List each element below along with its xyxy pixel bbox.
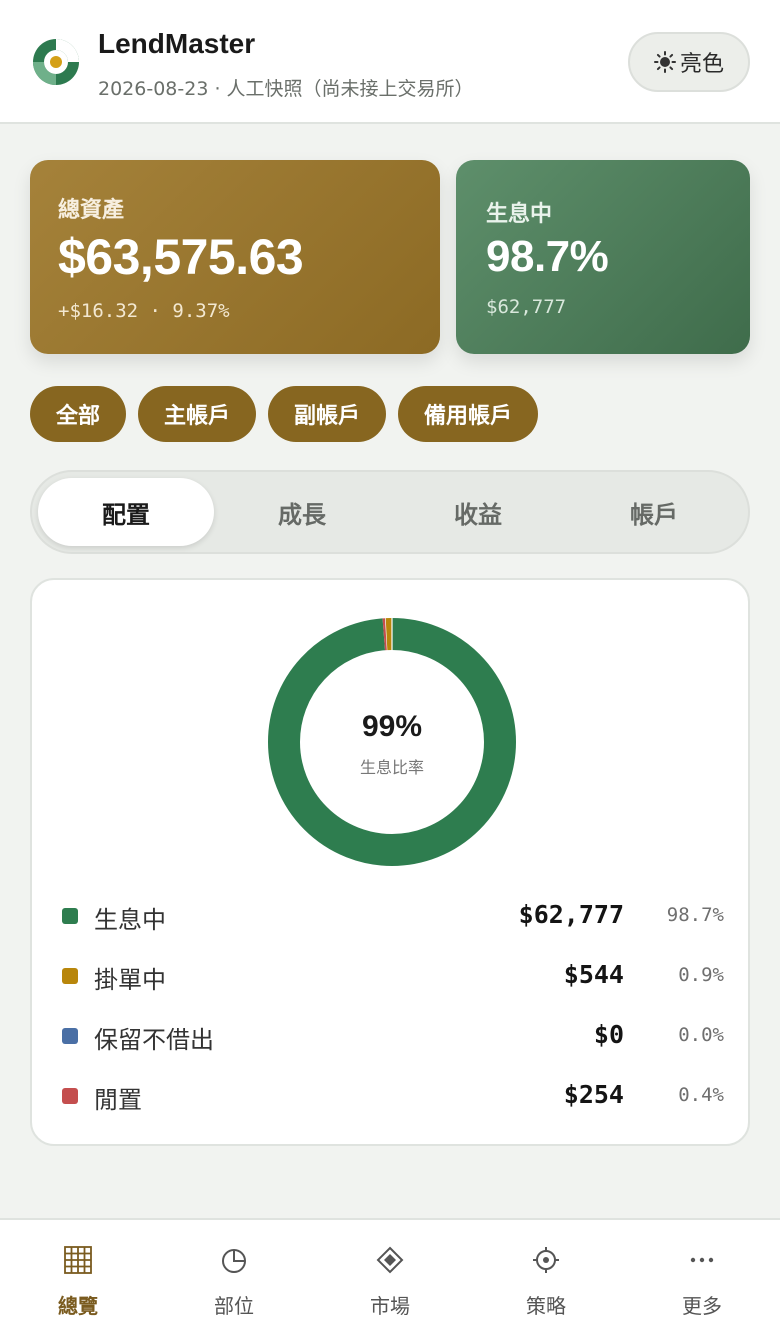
chip-all[interactable]: 全部 xyxy=(30,386,127,442)
nav-positions[interactable]: 部位 xyxy=(156,1242,312,1322)
chip-main-account[interactable]: 主帳戶 xyxy=(138,386,257,442)
nav-label: 策略 xyxy=(526,1294,566,1318)
donut-center-value: 99% xyxy=(361,710,423,743)
nav-label: 部位 xyxy=(214,1294,254,1318)
sun-icon xyxy=(653,51,676,73)
legend-row-pending: 掛單中 $544 0.9% xyxy=(32,956,752,996)
target-icon xyxy=(533,1247,559,1273)
legend-label: 生息中 xyxy=(94,906,166,934)
nav-label: 總覽 xyxy=(58,1294,98,1318)
chip-sub-account[interactable]: 副帳戶 xyxy=(268,386,387,442)
nav-strategy[interactable]: 策略 xyxy=(468,1242,624,1322)
nav-label: 更多 xyxy=(682,1294,722,1318)
theme-toggle-button[interactable]: 亮色 xyxy=(628,32,750,92)
grid-icon xyxy=(64,1246,92,1274)
yield-value: 98.7% xyxy=(486,232,609,281)
yield-amount: $62,777 xyxy=(486,296,567,318)
yield-label: 生息中 xyxy=(486,202,553,227)
app-logo-icon xyxy=(33,39,79,85)
total-assets-card: 總資產 $63,575.63 +$16.32 · 9.37% xyxy=(30,160,440,354)
legend-label: 閒置 xyxy=(94,1086,142,1114)
allocation-panel: 99% 生息比率 生息中 $62,777 98.7% 掛單中 $544 0.9%… xyxy=(30,578,750,1146)
legend-swatch xyxy=(62,1028,78,1044)
total-assets-label: 總資產 xyxy=(58,198,125,223)
more-icon xyxy=(690,1257,714,1263)
app-header: LendMaster 2026-08-23 · 人工快照（尚未接上交易所） 亮色 xyxy=(0,0,780,124)
app-title: LendMaster xyxy=(98,28,256,59)
yield-card: 生息中 98.7% $62,777 xyxy=(456,160,750,354)
legend-percent: 0.0% xyxy=(678,1024,724,1046)
legend-percent: 0.9% xyxy=(678,964,724,986)
legend-row-reserved: 保留不借出 $0 0.0% xyxy=(32,1016,752,1056)
donut-center-label: 生息比率 xyxy=(359,758,424,777)
legend-swatch xyxy=(62,968,78,984)
legend-amount: $0 xyxy=(593,1020,624,1049)
tab-growth[interactable]: 成長 xyxy=(214,478,390,546)
legend-label: 掛單中 xyxy=(94,966,166,994)
legend-amount: $62,777 xyxy=(518,900,624,929)
legend-swatch xyxy=(62,1088,78,1104)
legend-percent: 0.4% xyxy=(678,1084,724,1106)
bottom-navigation: 總覽 部位 市場 策略 更多 xyxy=(0,1218,780,1328)
nav-market[interactable]: 市場 xyxy=(312,1242,468,1322)
total-assets-value: $63,575.63 xyxy=(58,229,304,285)
legend-amount: $254 xyxy=(563,1080,624,1109)
nav-label: 市場 xyxy=(370,1294,410,1318)
theme-toggle-label: 亮色 xyxy=(679,52,724,77)
legend-percent: 98.7% xyxy=(666,904,724,926)
pie-chart-icon xyxy=(222,1249,246,1273)
view-tabs: 配置 成長 收益 帳戶 xyxy=(30,470,750,554)
chip-backup-account[interactable]: 備用帳戶 xyxy=(398,386,539,442)
nav-more[interactable]: 更多 xyxy=(624,1242,780,1322)
diamond-icon xyxy=(376,1246,404,1274)
tab-allocation[interactable]: 配置 xyxy=(38,478,214,546)
tab-earnings[interactable]: 收益 xyxy=(390,478,566,546)
legend-amount: $544 xyxy=(563,960,624,989)
legend-label: 保留不借出 xyxy=(94,1026,214,1054)
total-assets-change: +$16.32 · 9.37% xyxy=(58,300,230,322)
legend-swatch xyxy=(62,908,78,924)
nav-overview[interactable]: 總覽 xyxy=(0,1242,156,1322)
tab-accounts[interactable]: 帳戶 xyxy=(566,478,742,546)
account-filter-chips: 全部 主帳戶 副帳戶 備用帳戶 xyxy=(30,386,539,442)
legend-row-idle: 閒置 $254 0.4% xyxy=(32,1076,752,1116)
snapshot-subtitle: 2026-08-23 · 人工快照（尚未接上交易所） xyxy=(98,78,474,100)
legend-row-earning: 生息中 $62,777 98.7% xyxy=(32,896,752,936)
